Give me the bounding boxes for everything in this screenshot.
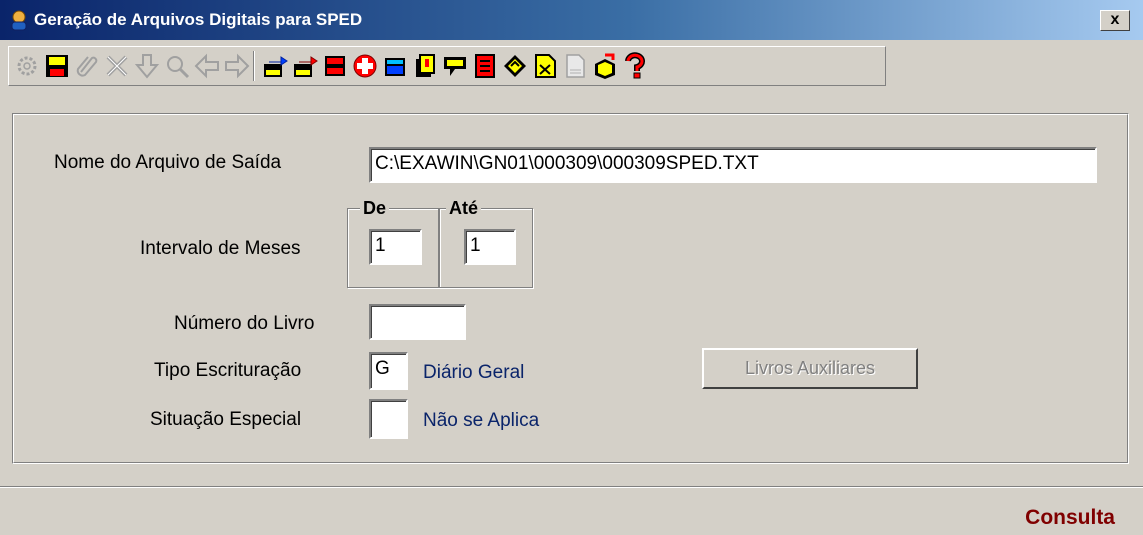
toolbar-separator — [253, 51, 255, 81]
bookkeeping-type-input[interactable]: G — [369, 352, 408, 390]
calculator-icon[interactable] — [381, 52, 409, 80]
list-red-icon[interactable] — [321, 52, 349, 80]
toolbar — [8, 46, 886, 86]
document-scissors-icon[interactable] — [531, 52, 559, 80]
diamond-arrows-icon[interactable] — [501, 52, 529, 80]
plus-red-icon[interactable] — [351, 52, 379, 80]
left-arrow-icon[interactable] — [193, 52, 221, 80]
right-arrow-icon[interactable] — [223, 52, 251, 80]
speech-bubble-icon[interactable] — [441, 52, 469, 80]
floppy-save-icon[interactable] — [43, 52, 71, 80]
tools-icon[interactable] — [103, 52, 131, 80]
special-situation-label: Situação Especial — [150, 409, 302, 430]
magnifier-icon[interactable] — [163, 52, 191, 80]
from-month-input[interactable]: 1 — [369, 229, 422, 265]
export-txt-icon[interactable] — [261, 52, 289, 80]
window-title: Geração de Arquivos Digitais para SPED — [34, 10, 363, 29]
status-divider — [0, 486, 1143, 488]
bookkeeping-type-description: Diário Geral — [423, 362, 525, 383]
close-button[interactable]: x — [1100, 10, 1130, 31]
status-mode: Consulta — [1025, 506, 1115, 529]
auxiliary-books-button[interactable]: Livros Auxiliares — [702, 348, 918, 389]
notes-icon[interactable] — [411, 52, 439, 80]
question-red-icon[interactable] — [621, 52, 649, 80]
book-number-label: Número do Livro — [174, 313, 315, 334]
blank-document-icon[interactable] — [561, 52, 589, 80]
month-interval-label: Intervalo de Meses — [140, 238, 301, 259]
title-bar: Geração de Arquivos Digitais para SPED x — [0, 0, 1143, 40]
gear-icon[interactable] — [13, 52, 41, 80]
book-number-input[interactable] — [369, 304, 466, 340]
special-situation-description: Não se Aplica — [423, 410, 540, 431]
from-group-title: De — [360, 197, 390, 219]
output-file-input[interactable]: C:\EXAWIN\GN01\000309\000309SPED.TXT — [369, 147, 1097, 183]
paperclip-icon[interactable] — [73, 52, 101, 80]
to-group-title: Até — [446, 197, 482, 219]
box-arrow-icon[interactable] — [591, 52, 619, 80]
to-month-input[interactable]: 1 — [464, 229, 516, 265]
document-red-icon[interactable] — [471, 52, 499, 80]
down-arrow-icon[interactable] — [133, 52, 161, 80]
special-situation-input[interactable] — [369, 399, 408, 439]
app-icon — [11, 10, 27, 31]
output-file-label: Nome do Arquivo de Saída — [54, 152, 282, 173]
bookkeeping-type-label: Tipo Escrituração — [154, 360, 302, 381]
export-txt-red-icon[interactable] — [291, 52, 319, 80]
